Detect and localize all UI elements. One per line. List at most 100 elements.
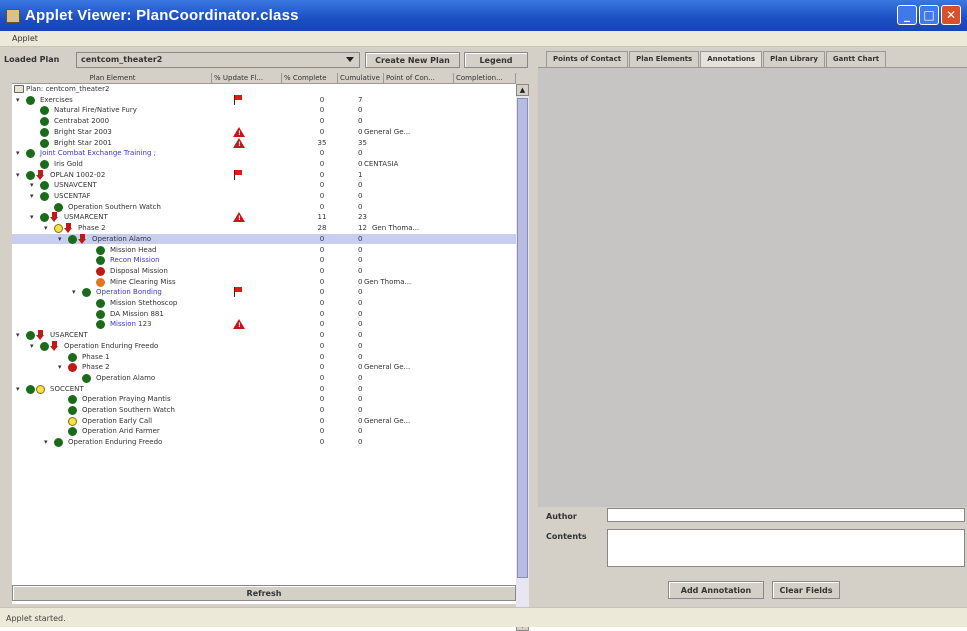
chevron-down-icon bbox=[346, 57, 354, 62]
percent-complete: 0 bbox=[319, 320, 325, 329]
tree-row[interactable]: ▾ Operation Enduring Freedo 0 0 bbox=[12, 340, 516, 352]
tab-annotations[interactable]: Annotations bbox=[700, 51, 763, 67]
add-annotation-button[interactable]: Add Annotation bbox=[668, 581, 764, 599]
maximize-button[interactable]: □ bbox=[919, 5, 939, 25]
expand-toggle-icon[interactable]: ▾ bbox=[30, 182, 36, 189]
tree-row[interactable]: ▾ USARCENT 0 0 bbox=[12, 330, 516, 341]
expand-toggle-icon[interactable]: ▾ bbox=[16, 171, 22, 178]
create-new-plan-button[interactable]: Create New Plan bbox=[365, 52, 460, 68]
tree-row[interactable]: ▾ Phase 2 0 0 General Ge... bbox=[12, 362, 516, 373]
percent-complete: 0 bbox=[319, 395, 325, 404]
clear-fields-button[interactable]: Clear Fields bbox=[772, 581, 840, 599]
expand-toggle-icon[interactable]: ▾ bbox=[58, 364, 64, 371]
cumulative-value: 0 bbox=[358, 352, 363, 361]
loaded-plan-value: centcom_theater2 bbox=[81, 55, 163, 64]
tree-row[interactable]: Operation Early Call 0 0 General Ge... bbox=[12, 416, 516, 427]
col-cumulative[interactable]: Cumulative ... bbox=[338, 73, 384, 84]
tree-row[interactable]: Plan: centcom_theater2 bbox=[12, 84, 516, 95]
status-red-icon bbox=[96, 266, 105, 276]
tree-row[interactable]: Operation Alamo 0 0 bbox=[12, 373, 516, 384]
scroll-thumb[interactable] bbox=[517, 98, 528, 578]
cumulative-value: 0 bbox=[358, 192, 363, 200]
tree-row[interactable]: Bright Star 2001! 35 35 bbox=[12, 137, 516, 149]
tab-strip: Points of Contact Plan Elements Annotati… bbox=[546, 51, 887, 67]
status-green-icon bbox=[82, 373, 91, 383]
expand-toggle-icon[interactable]: ▾ bbox=[58, 235, 64, 242]
legend-button[interactable]: Legend bbox=[464, 52, 528, 68]
cumulative-value: 23 bbox=[358, 213, 367, 222]
plan-element-label: Exercises bbox=[40, 95, 73, 104]
percent-complete: 0 bbox=[319, 117, 325, 126]
tree-row[interactable]: ▾ SOCCENT 0 0 bbox=[12, 384, 516, 395]
author-field[interactable] bbox=[607, 508, 965, 522]
warning-icon: ! bbox=[233, 137, 245, 148]
expand-toggle-icon[interactable]: ▾ bbox=[16, 96, 22, 103]
tree-row[interactable]: Phase 1 0 0 bbox=[12, 352, 516, 363]
col-update-flag[interactable]: % Update Fl... bbox=[212, 73, 282, 84]
menu-applet[interactable]: Applet bbox=[12, 34, 38, 43]
tree-row[interactable]: Mine Clearing Miss 0 0 Gen Thoma... bbox=[12, 277, 516, 288]
menu-bar: Applet bbox=[0, 31, 967, 47]
status-green-icon bbox=[68, 395, 77, 405]
tree-row[interactable]: Mission 123! 0 0 bbox=[12, 319, 516, 330]
tree-row[interactable]: ▾ Phase 2 28 12 Gen Thoma... bbox=[12, 223, 516, 234]
contents-field[interactable] bbox=[607, 529, 965, 567]
tab-gantt-chart[interactable]: Gantt Chart bbox=[825, 51, 887, 67]
plan-element-label: Mission Stethoscop bbox=[110, 299, 178, 307]
tree-row[interactable]: Operation Arid Farmer 0 0 bbox=[12, 426, 516, 437]
col-point-of-contact[interactable]: Point of Con... bbox=[384, 73, 454, 84]
tree-row[interactable]: Operation Southern Watch 0 0 bbox=[12, 405, 516, 416]
tree-row[interactable]: ▾ USCENTAF 0 0 bbox=[12, 191, 516, 202]
col-complete[interactable]: % Complete bbox=[282, 73, 338, 84]
expand-toggle-icon[interactable]: ▾ bbox=[16, 385, 22, 392]
tree-row[interactable]: ▾ Joint Combat Exchange Training ; 0 0 bbox=[12, 148, 516, 159]
tab-plan-library[interactable]: Plan Library bbox=[763, 51, 825, 67]
tree-row[interactable]: Iris Gold 0 0 CENTASIA bbox=[12, 159, 516, 170]
tree-row[interactable]: ▾ Operation Bonding 0 0 bbox=[12, 287, 516, 298]
plan-selector-row: Loaded Plan centcom_theater2 Create New … bbox=[0, 51, 532, 69]
tree-row[interactable]: Operation Southern Watch 0 0 bbox=[12, 202, 516, 213]
col-plan-element[interactable]: Plan Element bbox=[12, 73, 212, 84]
plan-element-label: Phase 2 bbox=[78, 224, 106, 233]
tree-row[interactable]: Operation Praying Mantis 0 0 bbox=[12, 394, 516, 405]
tree-row[interactable]: ▾ Exercises 0 7 bbox=[12, 94, 516, 106]
status-green-icon bbox=[96, 245, 105, 255]
expand-toggle-icon[interactable]: ▾ bbox=[44, 439, 50, 446]
expand-toggle-icon[interactable]: ▾ bbox=[72, 289, 78, 296]
tree-row[interactable]: Bright Star 2003! 0 0 General Ge... bbox=[12, 126, 516, 138]
status-green-icon bbox=[40, 127, 49, 137]
tree-row[interactable]: ▾ OPLAN 1002-02 0 1 bbox=[12, 169, 516, 181]
tree-row[interactable]: Recon Mission 0 0 bbox=[12, 255, 516, 266]
tree-row[interactable]: Disposal Mission 0 0 bbox=[12, 266, 516, 277]
expand-toggle-icon[interactable]: ▾ bbox=[16, 150, 22, 157]
tree-row[interactable]: Mission Stethoscop 0 0 bbox=[12, 298, 516, 309]
red-arrow-icon bbox=[36, 169, 45, 180]
tree-row[interactable]: ▾ USNAVCENT 0 0 bbox=[12, 180, 516, 191]
loaded-plan-select[interactable]: centcom_theater2 bbox=[76, 52, 360, 68]
minimize-button[interactable]: _ bbox=[897, 5, 917, 25]
tree-row[interactable]: DA Mission 881 0 0 bbox=[12, 309, 516, 320]
cumulative-value: 0 bbox=[358, 427, 363, 436]
plan-element-label: Phase 1 bbox=[82, 352, 110, 361]
tab-points-of-contact[interactable]: Points of Contact bbox=[546, 51, 629, 67]
tree-row[interactable]: Centrabat 2000 0 0 bbox=[12, 116, 516, 127]
cumulative-value: 35 bbox=[358, 138, 367, 147]
expand-toggle-icon[interactable]: ▾ bbox=[30, 193, 36, 200]
tree-row[interactable]: Mission Head 0 0 bbox=[12, 245, 516, 256]
tree-row[interactable]: ▾ USMARCENT! 11 23 bbox=[12, 212, 516, 223]
plan-tree-table[interactable]: Plan: centcom_theater2 ▾ Exercises 0 7 Natura… bbox=[12, 84, 516, 604]
expand-toggle-icon[interactable]: ▾ bbox=[30, 214, 36, 221]
tab-plan-elements[interactable]: Plan Elements bbox=[629, 51, 700, 67]
percent-complete: 0 bbox=[319, 149, 325, 158]
close-button[interactable]: ✕ bbox=[941, 5, 961, 25]
scroll-up-icon[interactable]: ▲ bbox=[516, 84, 529, 96]
tree-row[interactable]: ▾ Operation Enduring Freedo 0 0 bbox=[12, 437, 516, 448]
expand-toggle-icon[interactable]: ▾ bbox=[16, 332, 22, 339]
expand-toggle-icon[interactable]: ▾ bbox=[44, 225, 50, 232]
expand-toggle-icon[interactable]: ▾ bbox=[30, 342, 36, 349]
tree-row[interactable]: ▾ Operation Alamo 0 0 bbox=[12, 233, 516, 245]
refresh-button[interactable]: Refresh bbox=[12, 585, 516, 601]
tree-scrollbar[interactable]: ▲ ▼ bbox=[516, 84, 529, 631]
col-completion[interactable]: Completion... bbox=[454, 73, 516, 84]
tree-row[interactable]: Natural Fire/Native Fury 0 0 bbox=[12, 105, 516, 116]
